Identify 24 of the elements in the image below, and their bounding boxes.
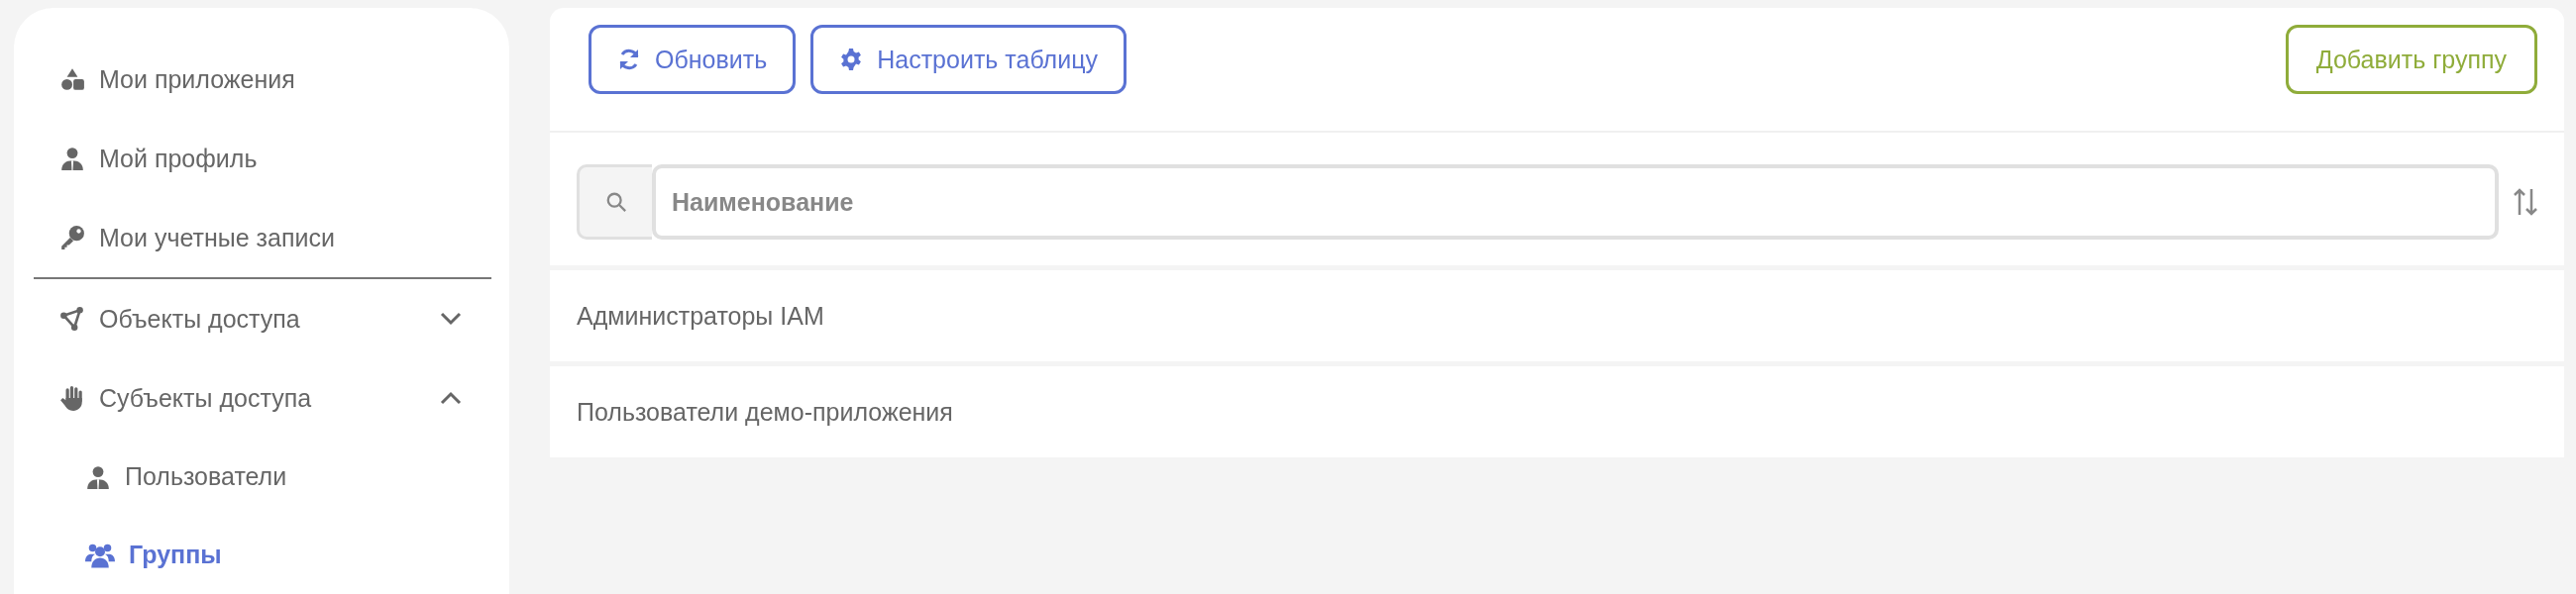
search-icon (604, 191, 627, 213)
sidebar-item[interactable]: Субъекты доступа (34, 358, 491, 438)
sidebar-item[interactable]: Мои приложения (34, 40, 491, 119)
user-icon (59, 146, 85, 171)
sidebar-item[interactable]: Группы (34, 516, 491, 594)
sort-icon[interactable] (2513, 187, 2538, 217)
shapes-icon (59, 66, 85, 92)
refresh-icon (617, 48, 641, 71)
sidebar-item[interactable]: Мои учетные записи (34, 198, 491, 277)
sidebar-item[interactable]: Мой профиль (34, 119, 491, 198)
search-field[interactable]: Наименование (652, 164, 2499, 240)
sidebar-item[interactable]: Объекты доступа (34, 279, 491, 358)
table-cell: Пользователи демо-приложения (577, 397, 953, 427)
sidebar-item[interactable]: Пользователи (34, 438, 491, 516)
refresh-button[interactable]: Обновить (589, 25, 797, 94)
table-settings-button[interactable]: Настроить таблицу (810, 25, 1127, 94)
chevron-icon[interactable] (440, 312, 462, 326)
hand-icon (59, 385, 85, 411)
gear-icon (839, 48, 864, 71)
chevron-icon[interactable] (440, 391, 462, 405)
share-nodes-icon (59, 306, 85, 332)
key-icon (59, 225, 85, 250)
table-cell: Администраторы IAM (577, 301, 824, 331)
user-icon (85, 463, 111, 490)
